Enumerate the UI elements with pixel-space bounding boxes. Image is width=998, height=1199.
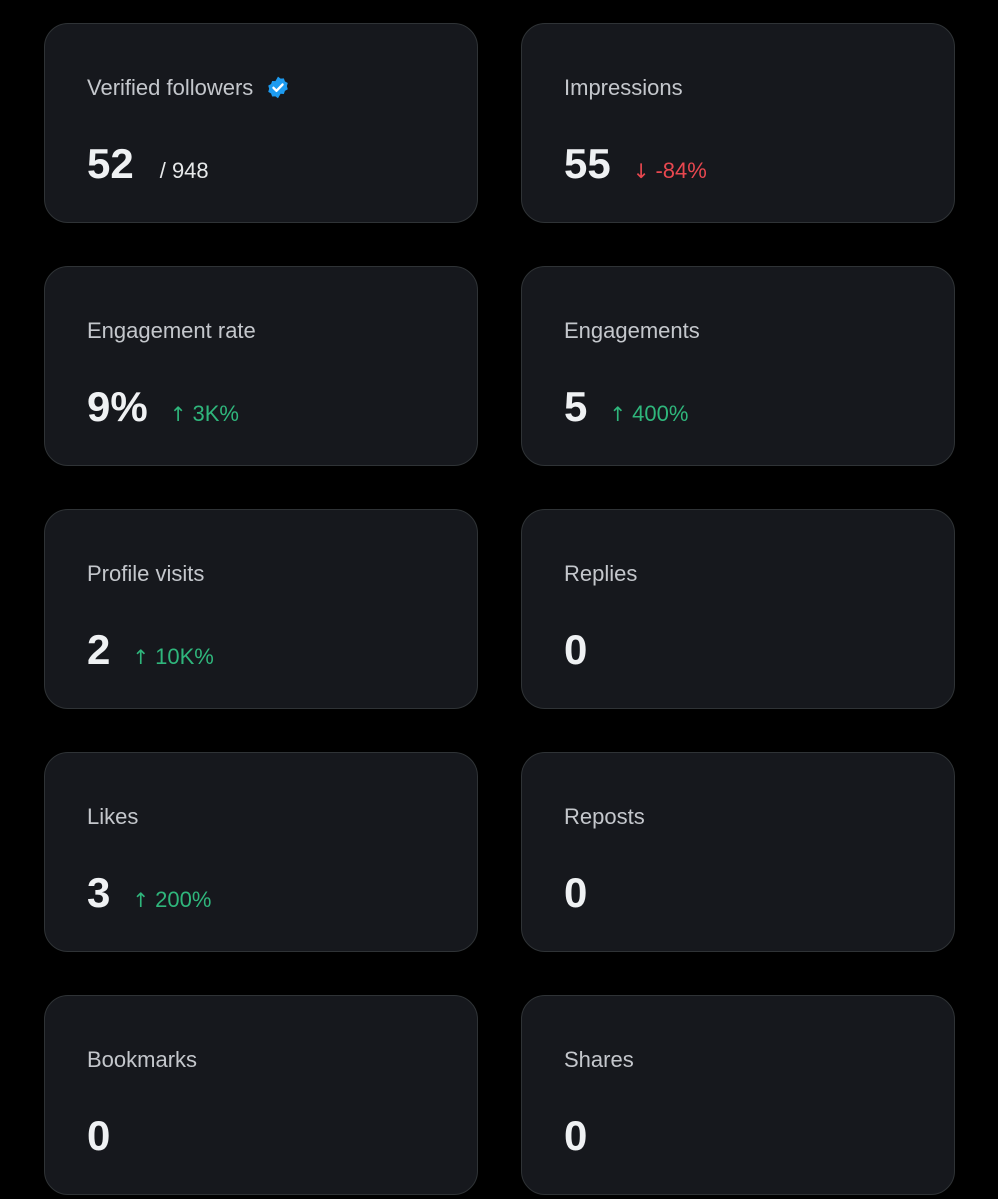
metric-change: ↑ 10K% [132, 644, 213, 670]
value-row: 5 ↑ 400% [564, 382, 688, 432]
change-value: -84% [655, 158, 707, 183]
metric-change: ↓ -84% [633, 158, 707, 184]
change-value: 400% [632, 401, 689, 426]
card-title-label: Engagements [564, 318, 700, 343]
metric-card-reposts[interactable]: Reposts 0 [521, 752, 955, 952]
card-title: Replies [564, 560, 637, 588]
value-row: 0 [564, 625, 587, 675]
value-row: 3 ↑ 200% [87, 868, 211, 918]
value-row: 2 ↑ 10K% [87, 625, 214, 675]
metric-value: 52 [87, 140, 134, 187]
metric-value: 0 [564, 1112, 588, 1159]
card-title: Shares [564, 1046, 634, 1074]
arrow-up-icon: ↑ [132, 888, 150, 912]
metric-value: 3 [87, 869, 111, 916]
value-row: 0 [87, 1111, 110, 1161]
card-title: Profile visits [87, 560, 204, 588]
card-title: Engagements [564, 317, 700, 345]
arrow-up-icon: ↑ [132, 645, 150, 669]
metric-value: 55 [564, 140, 611, 187]
metric-value: 2 [87, 626, 111, 673]
card-title: Impressions [564, 74, 683, 102]
card-title: Bookmarks [87, 1046, 197, 1074]
metrics-grid: Verified followers 52 / 948 Impressions … [44, 23, 955, 1195]
metric-change: ↑ 400% [609, 401, 688, 427]
change-value: 200% [155, 887, 212, 912]
metric-card-shares[interactable]: Shares 0 [521, 995, 955, 1195]
change-value: 10K% [155, 644, 214, 669]
arrow-down-icon: ↓ [632, 159, 650, 183]
metric-value: 0 [87, 1112, 111, 1159]
arrow-up-icon: ↑ [169, 402, 187, 426]
value-row: 55 ↓ -84% [564, 139, 707, 189]
value-row: 9% ↑ 3K% [87, 382, 239, 432]
card-title-label: Profile visits [87, 561, 205, 586]
change-value: 3K% [192, 401, 239, 426]
metric-total: / 948 [159, 158, 209, 183]
verified-badge-icon [265, 75, 291, 101]
metric-change: ↑ 200% [132, 887, 211, 913]
card-title: Engagement rate [87, 317, 256, 345]
card-title: Verified followers [87, 74, 291, 102]
metric-card-engagement-rate[interactable]: Engagement rate 9% ↑ 3K% [44, 266, 478, 466]
metric-change: ↑ 3K% [170, 401, 239, 427]
metric-card-likes[interactable]: Likes 3 ↑ 200% [44, 752, 478, 952]
metric-card-bookmarks[interactable]: Bookmarks 0 [44, 995, 478, 1195]
arrow-up-icon: ↑ [609, 402, 627, 426]
card-title-label: Verified followers [87, 75, 254, 100]
metric-card-replies[interactable]: Replies 0 [521, 509, 955, 709]
metric-value: 9% [87, 383, 148, 430]
metric-card-profile-visits[interactable]: Profile visits 2 ↑ 10K% [44, 509, 478, 709]
card-title-label: Shares [564, 1047, 634, 1072]
card-title: Likes [87, 803, 138, 831]
value-row: 0 [564, 868, 587, 918]
metric-card-verified-followers[interactable]: Verified followers 52 / 948 [44, 23, 478, 223]
metric-card-engagements[interactable]: Engagements 5 ↑ 400% [521, 266, 955, 466]
metric-value: 0 [564, 626, 588, 673]
metric-card-impressions[interactable]: Impressions 55 ↓ -84% [521, 23, 955, 223]
value-row: 52 / 948 [87, 139, 209, 189]
metric-value: 0 [564, 869, 588, 916]
card-title-label: Impressions [564, 75, 683, 100]
card-title-label: Replies [564, 561, 638, 586]
value-row: 0 [564, 1111, 587, 1161]
card-title-label: Reposts [564, 804, 645, 829]
card-title-label: Bookmarks [87, 1047, 198, 1072]
card-title-label: Engagement rate [87, 318, 256, 343]
metric-value: 5 [564, 383, 588, 430]
card-title-label: Likes [87, 804, 139, 829]
card-title: Reposts [564, 803, 645, 831]
